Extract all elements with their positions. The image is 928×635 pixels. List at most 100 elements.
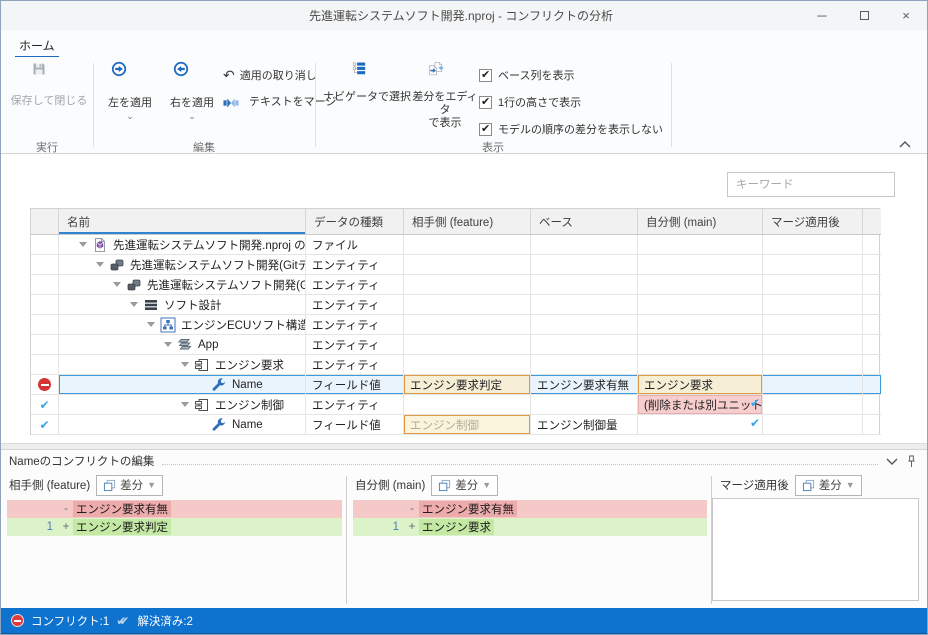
- expander-icon[interactable]: [130, 302, 138, 307]
- row-main-cell: [638, 295, 763, 315]
- row-feature-cell: [404, 315, 531, 335]
- header-main-side[interactable]: 自分側 (main): [638, 209, 763, 235]
- row-base-cell: [531, 275, 638, 295]
- pane-merged-label: マージ適用後: [720, 477, 789, 493]
- show-diff-in-editor-button[interactable]: 差分をエディタ で表示: [409, 61, 481, 130]
- apply-left-button[interactable]: 左を適用 ⌄: [101, 61, 159, 120]
- table-row[interactable]: エンジン要求 エンティティ: [31, 355, 879, 375]
- package-icon: [109, 257, 125, 273]
- checkbox-single-line-height[interactable]: 1行の高さで表示: [479, 94, 581, 110]
- copy-icon: [103, 479, 116, 492]
- row-name-label: エンジンECUソフト構造: [181, 317, 306, 333]
- diff-lines-main: -エンジン要求有無1+エンジン要求: [353, 500, 707, 536]
- checkbox-hide-order-diff[interactable]: モデルの順序の差分を表示しない: [479, 121, 663, 137]
- expander-icon[interactable]: [113, 282, 121, 287]
- resolved-check-icon: ✔: [39, 418, 49, 432]
- row-name-label: エンジン要求: [215, 357, 284, 373]
- row-feature-cell: エンジン要求判定: [404, 375, 531, 395]
- row-name-cell: App: [59, 335, 306, 355]
- table-row[interactable]: 先進運転システムソフト開発.nproj の差分ファイル: [31, 235, 879, 255]
- row-status-cell: [31, 295, 59, 315]
- close-button[interactable]: ×: [885, 1, 927, 30]
- row-merged-cell: [763, 255, 863, 275]
- row-merged-cell: [763, 315, 863, 335]
- expander-icon[interactable]: [147, 322, 155, 327]
- diff-mode-dropdown[interactable]: 差分▼: [96, 475, 163, 496]
- row-base-cell: [531, 335, 638, 355]
- pin-icon[interactable]: [906, 455, 917, 468]
- merge-text-button[interactable]: テキストをマージ: [223, 91, 336, 111]
- checkbox-show-base-column[interactable]: ベース列を表示: [479, 67, 574, 83]
- apply-right-button[interactable]: 右を適用 ⌄: [163, 61, 221, 120]
- filter-area: [1, 155, 927, 208]
- row-name-cell: 先進運転システムソフト開発(Gitデモ): [59, 275, 306, 295]
- row-name-label: ソフト設計: [164, 297, 222, 313]
- row-name-label: Name: [232, 419, 263, 431]
- row-name-cell: 先進運転システムソフト開発.nproj の差分: [59, 235, 306, 255]
- diff-mode-dropdown[interactable]: 差分▼: [431, 475, 498, 496]
- save-close-button[interactable]: 保存して閉じる: [7, 61, 91, 108]
- panel-splitter[interactable]: [1, 443, 927, 450]
- row-type-cell: エンティティ: [306, 295, 404, 315]
- row-spacer-cell: [863, 355, 881, 375]
- row-name-label: Name: [232, 379, 263, 391]
- table-row[interactable]: Appエンティティ: [31, 335, 879, 355]
- header-merged[interactable]: マージ適用後: [763, 209, 863, 235]
- diff-mode-dropdown[interactable]: 差分▼: [795, 475, 862, 496]
- ribbon-group-run: 実行: [1, 139, 93, 153]
- table-row[interactable]: 先進運転システムソフト開発(Gitデモ)エンティティ: [31, 255, 879, 275]
- row-base-cell: [531, 295, 638, 315]
- chevron-down-icon[interactable]: [886, 458, 898, 465]
- conflict-diff-table: 名前 データの種類 相手側 (feature) ベース 自分側 (main) マ…: [30, 208, 880, 435]
- row-base-cell: [531, 255, 638, 275]
- component-icon: [194, 397, 210, 413]
- table-row[interactable]: Nameフィールド値エンジン要求判定エンジン要求有無エンジン要求: [31, 375, 879, 395]
- row-status-cell: ✔: [31, 395, 59, 415]
- row-status-cell: [31, 315, 59, 335]
- row-name-label: App: [198, 339, 218, 351]
- row-merged-cell: [763, 395, 863, 415]
- ribbon-separator: [671, 63, 672, 147]
- window-title: 先進運転システムソフト開発.nproj - コンフリクトの分析: [1, 7, 801, 24]
- table-row[interactable]: エンジンECUソフト構造エンティティ: [31, 315, 879, 335]
- row-name-cell: エンジン制御: [59, 395, 306, 415]
- row-spacer-cell: [863, 375, 881, 395]
- table-row[interactable]: ソフト設計 エンティティ: [31, 295, 879, 315]
- tab-home[interactable]: ホーム: [15, 34, 59, 57]
- table-row[interactable]: ✔Nameフィールド値エンジン制御エンジン制御量✔: [31, 415, 879, 435]
- expander-icon[interactable]: [164, 342, 172, 347]
- circle-arrow-left-icon: [173, 61, 207, 95]
- select-in-navigator-button[interactable]: ナビゲータで選択: [321, 61, 413, 104]
- table-header-row: 名前 データの種類 相手側 (feature) ベース 自分側 (main) マ…: [31, 208, 879, 235]
- wrench-icon: [211, 377, 227, 393]
- header-name[interactable]: 名前: [59, 209, 306, 235]
- pane-main-side: 自分側 (main) 差分▼ -エンジン要求有無1+エンジン要求: [347, 472, 711, 608]
- row-type-cell: エンティティ: [306, 355, 404, 375]
- keyword-search-input[interactable]: [727, 172, 895, 197]
- row-spacer-cell: [863, 275, 881, 295]
- expander-icon[interactable]: [96, 262, 104, 267]
- header-spacer: [863, 209, 881, 235]
- maximize-button[interactable]: [843, 1, 885, 30]
- minimize-button[interactable]: ─: [801, 1, 843, 30]
- ribbon-group-edit: 編集: [93, 139, 315, 153]
- ribbon-collapse-button[interactable]: [899, 139, 913, 149]
- pane-merged: マージ適用後 差分▼: [712, 472, 927, 608]
- expander-icon[interactable]: [79, 242, 87, 247]
- expander-icon[interactable]: [181, 402, 189, 407]
- row-merged-cell: [763, 375, 863, 395]
- floppy-disk-icon: [31, 61, 63, 93]
- header-base[interactable]: ベース: [531, 209, 638, 235]
- table-row[interactable]: ✔エンジン制御エンティティ(削除または別ユニットに…✔: [31, 395, 879, 415]
- header-data-type[interactable]: データの種類: [306, 209, 404, 235]
- expander-icon[interactable]: [181, 362, 189, 367]
- row-type-cell: ファイル: [306, 235, 404, 255]
- header-feature-side[interactable]: 相手側 (feature): [404, 209, 531, 235]
- undo-apply-button[interactable]: ↶ 適用の取り消し: [223, 65, 317, 85]
- row-status-cell: [31, 375, 59, 395]
- copy-icon: [802, 479, 815, 492]
- copy-icon: [438, 479, 451, 492]
- row-name-label: 先進運転システムソフト開発(Gitデモ): [147, 277, 306, 293]
- table-row[interactable]: 先進運転システムソフト開発(Gitデモ)エンティティ: [31, 275, 879, 295]
- row-merged-cell: [763, 335, 863, 355]
